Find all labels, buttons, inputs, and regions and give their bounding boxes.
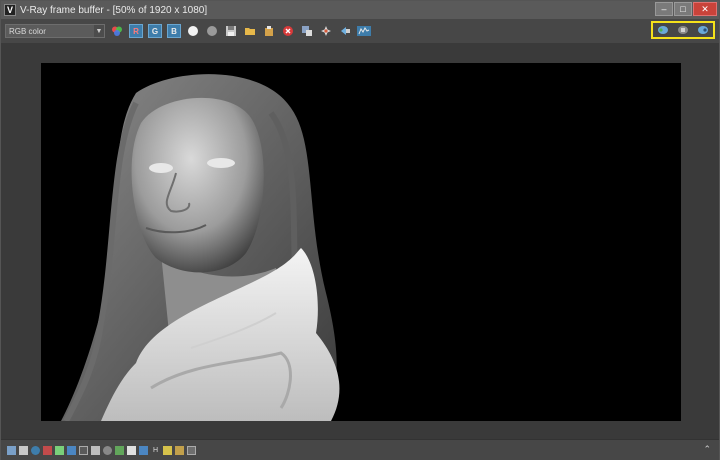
close-button[interactable]: ✕	[693, 2, 717, 16]
region-render-icon[interactable]	[319, 24, 333, 38]
save-image-icon[interactable]	[224, 24, 238, 38]
chevron-up-icon[interactable]: ⌃	[703, 444, 711, 455]
display-correction-icon[interactable]	[7, 445, 16, 455]
render-teapot-right-icon[interactable]	[697, 25, 709, 35]
channel-select[interactable]: RGB color ▼	[5, 24, 105, 38]
vray-app-icon: V	[4, 4, 16, 16]
red-channel-button[interactable]: R	[129, 24, 143, 38]
levels-icon[interactable]	[55, 445, 64, 455]
stamp-icon[interactable]	[139, 445, 148, 455]
histogram-icon[interactable]	[357, 24, 371, 38]
highlighted-toolbar-group	[651, 21, 715, 39]
srgb-icon[interactable]	[163, 445, 172, 455]
toolbar: RGB color ▼ R G B	[1, 19, 719, 43]
color-picker-icon[interactable]	[110, 24, 124, 38]
settings-gear-icon[interactable]	[103, 445, 112, 455]
clone-frame-buffer-icon[interactable]	[262, 24, 276, 38]
viewport[interactable]	[1, 43, 719, 439]
color-clamp-icon[interactable]	[19, 445, 28, 455]
maximize-button[interactable]: □	[674, 2, 692, 16]
lut-icon[interactable]	[79, 445, 88, 455]
window-title: V-Ray frame buffer - [50% of 1920 x 1080…	[20, 4, 208, 16]
gradient-icon[interactable]	[43, 445, 52, 455]
bottom-toolbar: H ⌃	[1, 439, 719, 460]
monochrome-icon[interactable]	[205, 24, 219, 38]
window-controls: – □ ✕	[655, 2, 717, 16]
track-mouse-icon[interactable]	[300, 24, 314, 38]
title-bar[interactable]: V V-Ray frame buffer - [50% of 1920 x 10…	[1, 1, 719, 19]
alpha-white-icon[interactable]	[186, 24, 200, 38]
compare-icon[interactable]	[187, 445, 196, 455]
pixel-info-icon[interactable]	[127, 445, 136, 455]
render-teapot-left-icon[interactable]	[657, 25, 669, 35]
green-channel-button[interactable]: G	[148, 24, 162, 38]
lens-effects-icon[interactable]	[31, 445, 40, 455]
blue-channel-button[interactable]: B	[167, 24, 181, 38]
ocio-icon[interactable]	[175, 445, 184, 455]
chevron-down-icon[interactable]: ▼	[94, 25, 104, 37]
curve-icon[interactable]	[67, 445, 76, 455]
folder-icon[interactable]	[243, 24, 257, 38]
white-balance-icon[interactable]	[115, 445, 124, 455]
rendered-image[interactable]	[41, 63, 681, 421]
clear-image-icon[interactable]	[281, 24, 295, 38]
stop-render-icon[interactable]	[677, 25, 689, 35]
minimize-button[interactable]: –	[655, 2, 673, 16]
exposure-icon[interactable]	[91, 445, 100, 455]
channel-select-value: RGB color	[9, 26, 46, 36]
hdr-button[interactable]: H	[151, 446, 160, 455]
render-last-icon[interactable]	[338, 24, 352, 38]
vfb-window: V V-Ray frame buffer - [50% of 1920 x 10…	[0, 0, 720, 460]
